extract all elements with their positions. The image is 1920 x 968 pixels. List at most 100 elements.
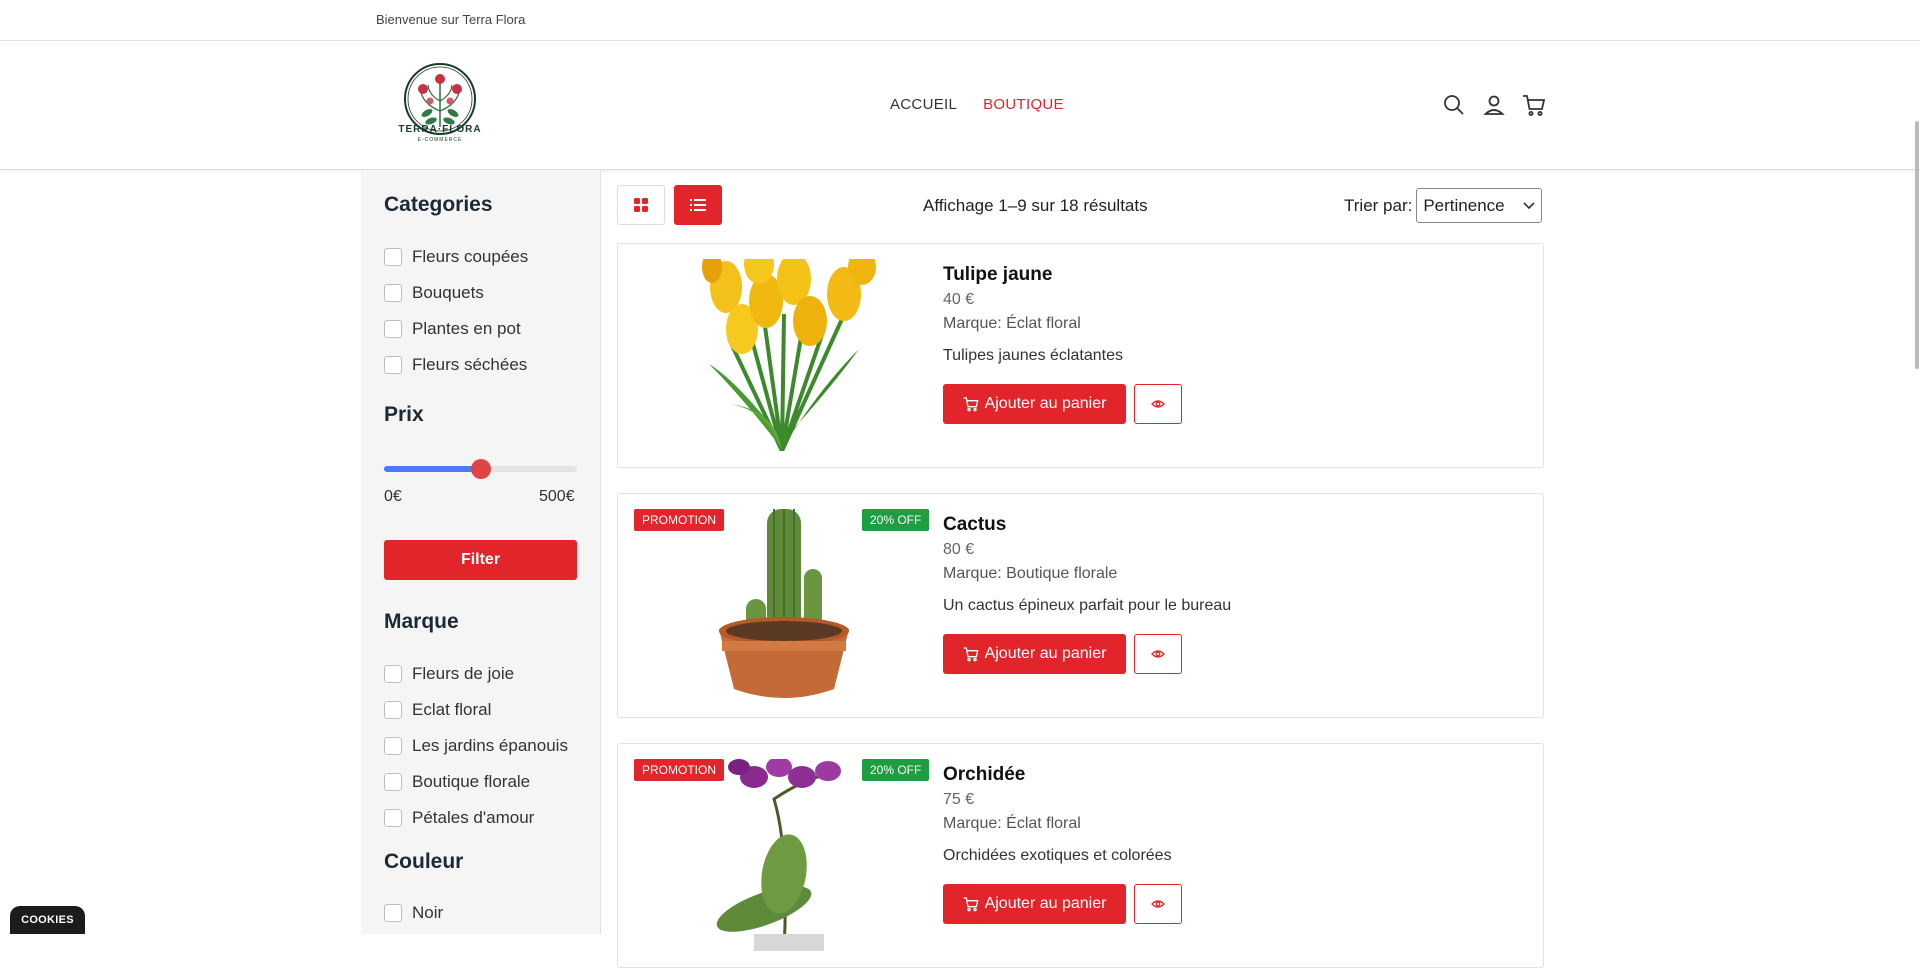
category-checkbox-bouquets[interactable]: Bouquets bbox=[384, 283, 484, 303]
product-description: Tulipes jaunes éclatantes bbox=[943, 347, 1123, 364]
brand-checkbox-boutique-florale[interactable]: Boutique florale bbox=[384, 772, 530, 792]
sort-value: Pertinence bbox=[1423, 195, 1505, 215]
checkbox-label: Plantes en pot bbox=[412, 319, 521, 338]
quick-view-button[interactable] bbox=[1134, 634, 1182, 674]
checkbox-label: Les jardins épanouis bbox=[412, 736, 568, 755]
product-card: PROMOTION 20% OFF Cactus 80 € Marque: Bo… bbox=[617, 493, 1544, 718]
promotion-badge: PROMOTION bbox=[634, 759, 724, 781]
eye-icon bbox=[1151, 400, 1165, 408]
checkbox-label: Fleurs séchées bbox=[412, 355, 528, 374]
product-price: 75 € bbox=[943, 791, 975, 808]
checkbox-label: Pétales d'amour bbox=[412, 808, 535, 827]
logo-wordmark: TERRA·FLORA bbox=[398, 124, 482, 135]
category-checkbox-fleurs-coupees[interactable]: Fleurs coupées bbox=[384, 247, 528, 267]
product-brand: Marque: Éclat floral bbox=[943, 815, 1081, 832]
discount-badge: 20% OFF bbox=[862, 759, 930, 781]
product-image-tulipe[interactable] bbox=[634, 259, 930, 451]
product-name[interactable]: Orchidée bbox=[943, 764, 1025, 786]
add-to-cart-label: Ajouter au panier bbox=[984, 895, 1107, 912]
price-title: Prix bbox=[384, 403, 424, 426]
price-slider-handle[interactable] bbox=[470, 459, 491, 479]
product-price: 40 € bbox=[943, 291, 975, 308]
scrollbar-thumb[interactable] bbox=[1915, 121, 1919, 369]
add-to-cart-label: Ajouter au panier bbox=[984, 645, 1107, 662]
filter-button[interactable]: Filter bbox=[384, 540, 577, 580]
color-title: Couleur bbox=[384, 850, 464, 873]
price-max: 500€ bbox=[539, 488, 575, 505]
brand-checkbox-les-jardins-epanouis[interactable]: Les jardins épanouis bbox=[384, 736, 568, 756]
filter-sidebar: Categories Fleurs coupées Bouquets Plant… bbox=[361, 170, 601, 934]
product-brand: Marque: Éclat floral bbox=[943, 315, 1081, 332]
list-icon bbox=[690, 199, 706, 211]
checkbox-label: Bouquets bbox=[412, 283, 484, 302]
checkbox-label: Fleurs coupées bbox=[412, 247, 529, 266]
main-nav: ACCUEIL BOUTIQUE bbox=[890, 96, 1064, 113]
brand-checkbox-petales-d-amour[interactable]: Pétales d'amour bbox=[384, 808, 534, 828]
welcome-text: Bienvenue sur Terra Flora bbox=[376, 12, 526, 27]
grid-icon bbox=[634, 198, 648, 212]
checkbox[interactable] bbox=[384, 356, 402, 374]
product-description: Orchidées exotiques et colorées bbox=[943, 847, 1172, 864]
checkbox-label: Eclat floral bbox=[412, 700, 492, 719]
price-slider[interactable] bbox=[384, 459, 577, 479]
add-to-cart-button[interactable]: Ajouter au panier bbox=[943, 634, 1126, 674]
quick-view-button[interactable] bbox=[1134, 884, 1182, 924]
checkbox[interactable] bbox=[384, 701, 402, 719]
product-name[interactable]: Tulipe jaune bbox=[943, 264, 1052, 286]
discount-badge: 20% OFF bbox=[862, 509, 930, 531]
price-slider-fill bbox=[384, 466, 481, 472]
page-scrollbar[interactable] bbox=[1914, 41, 1920, 934]
checkbox[interactable] bbox=[384, 665, 402, 683]
checkbox[interactable] bbox=[384, 248, 402, 266]
category-checkbox-plantes-en-pot[interactable]: Plantes en pot bbox=[384, 319, 521, 339]
cart-icon bbox=[963, 397, 979, 412]
eye-icon bbox=[1151, 900, 1165, 908]
user-icon[interactable] bbox=[1482, 93, 1506, 117]
color-checkbox-noir[interactable]: Noir bbox=[384, 903, 443, 923]
product-image-cactus[interactable] bbox=[634, 509, 930, 701]
brand-checkbox-eclat-floral[interactable]: Eclat floral bbox=[384, 700, 491, 720]
checkbox[interactable] bbox=[384, 737, 402, 755]
nav-accueil[interactable]: ACCUEIL bbox=[890, 96, 957, 113]
product-card: Tulipe jaune 40 € Marque: Éclat floral T… bbox=[617, 243, 1544, 468]
grid-view-button[interactable] bbox=[617, 185, 665, 225]
add-to-cart-button[interactable]: Ajouter au panier bbox=[943, 884, 1126, 924]
cart-icon[interactable] bbox=[1522, 93, 1546, 117]
checkbox[interactable] bbox=[384, 809, 402, 827]
cart-icon bbox=[963, 897, 979, 912]
product-brand: Marque: Boutique florale bbox=[943, 565, 1118, 582]
product-name[interactable]: Cactus bbox=[943, 514, 1006, 536]
add-to-cart-label: Ajouter au panier bbox=[984, 395, 1107, 412]
eye-icon bbox=[1151, 650, 1165, 658]
sort-select[interactable]: Pertinence bbox=[1416, 188, 1543, 223]
checkbox[interactable] bbox=[384, 773, 402, 791]
site-header: TERRA·FLORA E-COMMERCE ACCUEIL BOUTIQUE bbox=[0, 41, 1920, 170]
logo-tagline: E-COMMERCE bbox=[417, 137, 463, 143]
product-description: Un cactus épineux parfait pour le bureau bbox=[943, 597, 1232, 614]
brand-title: Marque bbox=[384, 610, 459, 633]
checkbox[interactable] bbox=[384, 904, 402, 922]
search-icon[interactable] bbox=[1442, 93, 1466, 117]
checkbox-label: Fleurs de joie bbox=[412, 664, 515, 683]
checkbox[interactable] bbox=[384, 284, 402, 302]
quick-view-button[interactable] bbox=[1134, 384, 1182, 424]
product-price: 80 € bbox=[943, 541, 975, 558]
list-view-button[interactable] bbox=[674, 185, 722, 225]
terra-flora-logo[interactable]: TERRA·FLORA E-COMMERCE bbox=[395, 61, 485, 151]
promotion-badge: PROMOTION bbox=[634, 509, 724, 531]
product-image-orchidee[interactable] bbox=[634, 759, 930, 951]
add-to-cart-button[interactable]: Ajouter au panier bbox=[943, 384, 1126, 424]
results-count: Affichage 1–9 sur 18 résultats bbox=[923, 196, 1148, 215]
price-min: 0€ bbox=[384, 488, 402, 505]
categories-title: Categories bbox=[384, 193, 493, 216]
checkbox-label: Boutique florale bbox=[412, 772, 531, 791]
checkbox[interactable] bbox=[384, 320, 402, 338]
nav-boutique[interactable]: BOUTIQUE bbox=[983, 96, 1064, 113]
sort-label: Trier par: bbox=[1344, 195, 1413, 215]
checkbox-label: Noir bbox=[412, 903, 444, 922]
header-icons bbox=[1442, 93, 1546, 117]
product-card: PROMOTION 20% OFF Orchidée 75 € Marque: … bbox=[617, 743, 1544, 968]
brand-checkbox-fleurs-de-joie[interactable]: Fleurs de joie bbox=[384, 664, 514, 684]
cookies-button[interactable]: COOKIES bbox=[10, 906, 85, 934]
category-checkbox-fleurs-sechees[interactable]: Fleurs séchées bbox=[384, 355, 527, 375]
